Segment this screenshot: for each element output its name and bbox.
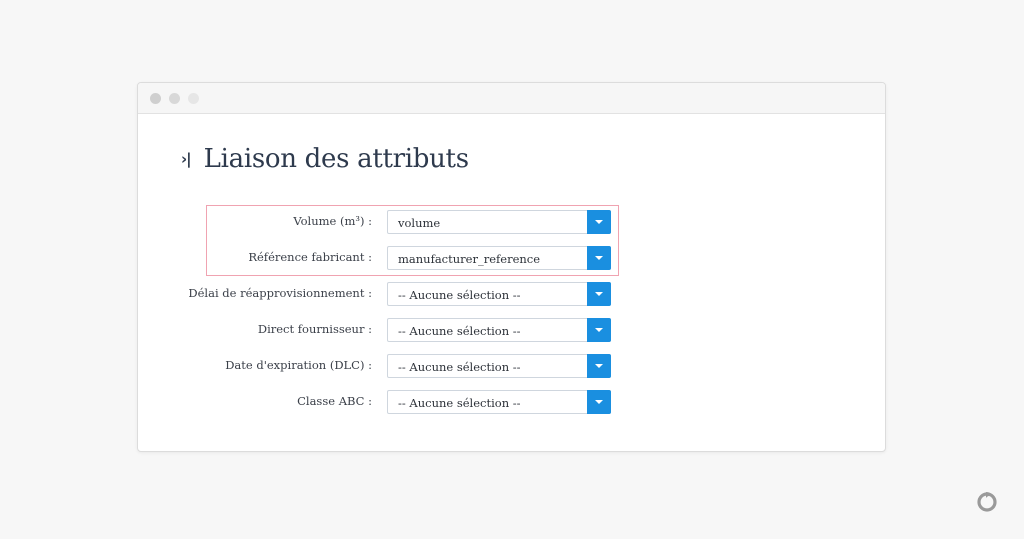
volume-select[interactable]: volume xyxy=(387,210,611,234)
dropdown-button[interactable] xyxy=(587,282,611,306)
direct-fournisseur-select[interactable]: -- Aucune sélection -- xyxy=(387,318,611,342)
caret-down-icon xyxy=(595,220,603,224)
window-close-dot[interactable] xyxy=(150,93,161,104)
reference-select[interactable]: manufacturer_reference xyxy=(387,246,611,270)
field-row-volume: Volume (m³) : volume xyxy=(138,210,885,234)
select-value: -- Aucune sélection -- xyxy=(398,324,521,338)
field-row-dlc: Date d'expiration (DLC) : -- Aucune séle… xyxy=(138,354,885,378)
field-row-direct: Direct fournisseur : -- Aucune sélection… xyxy=(138,318,885,342)
page-heading: ›| Liaison des attributs xyxy=(181,144,469,174)
caret-down-icon xyxy=(595,256,603,260)
chevron-right-bar-icon: ›| xyxy=(181,150,192,168)
select-value: -- Aucune sélection -- xyxy=(398,288,521,302)
select-value: manufacturer_reference xyxy=(398,252,541,266)
field-label: Classe ABC : xyxy=(297,394,372,408)
caret-down-icon xyxy=(595,400,603,404)
dlc-select[interactable]: -- Aucune sélection -- xyxy=(387,354,611,378)
field-row-delai: Délai de réapprovisionnement : -- Aucune… xyxy=(138,282,885,306)
caret-down-icon xyxy=(595,328,603,332)
select-value: -- Aucune sélection -- xyxy=(398,360,521,374)
caret-down-icon xyxy=(595,364,603,368)
select-value: volume xyxy=(398,216,441,230)
window-titlebar xyxy=(138,83,885,114)
app-window: ›| Liaison des attributs Volume (m³) : v… xyxy=(137,82,886,452)
field-label: Direct fournisseur : xyxy=(257,322,372,336)
dropdown-button[interactable] xyxy=(587,318,611,342)
field-row-abc: Classe ABC : -- Aucune sélection -- xyxy=(138,390,885,414)
field-label: Référence fabricant : xyxy=(248,250,372,264)
dropdown-button[interactable] xyxy=(587,354,611,378)
brand-logo-icon xyxy=(977,492,997,512)
window-maximize-dot[interactable] xyxy=(188,93,199,104)
dropdown-button[interactable] xyxy=(587,246,611,270)
page-title: Liaison des attributs xyxy=(203,144,469,174)
field-label: Délai de réapprovisionnement : xyxy=(188,286,372,300)
field-row-reference: Référence fabricant : manufacturer_refer… xyxy=(138,246,885,270)
classe-abc-select[interactable]: -- Aucune sélection -- xyxy=(387,390,611,414)
window-minimize-dot[interactable] xyxy=(169,93,180,104)
caret-down-icon xyxy=(595,292,603,296)
select-value: -- Aucune sélection -- xyxy=(398,396,521,410)
dropdown-button[interactable] xyxy=(587,390,611,414)
field-label: Date d'expiration (DLC) : xyxy=(225,358,372,372)
field-label: Volume (m³) : xyxy=(293,214,372,228)
delai-select[interactable]: -- Aucune sélection -- xyxy=(387,282,611,306)
dropdown-button[interactable] xyxy=(587,210,611,234)
